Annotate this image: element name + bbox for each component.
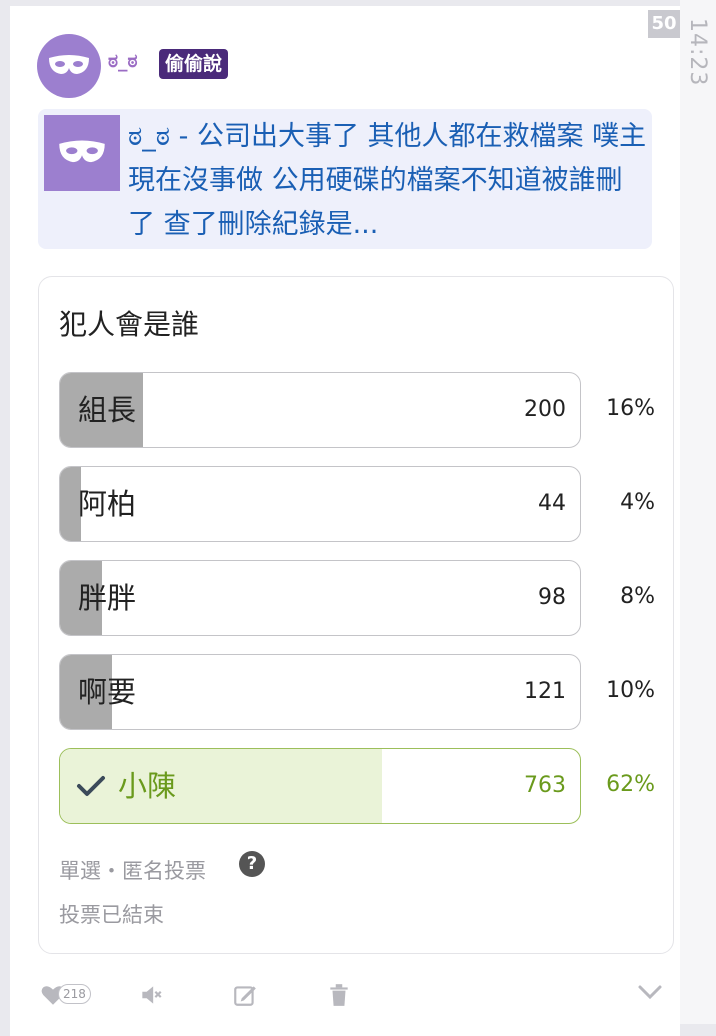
response-count-badge: 50 (648, 10, 680, 38)
poll-option[interactable]: 組長 200 (59, 372, 581, 448)
poll-option-count: 763 (524, 773, 566, 798)
poll-card: 犯人會是誰 組長 200 16% 阿柏 44 4% 胖胖 98 8% 啊要 12… (38, 276, 674, 954)
mask-icon (59, 140, 105, 163)
post-tag-badge: 偷偷說 (159, 49, 229, 79)
post-time: 14:23 (685, 18, 710, 87)
edit-icon (234, 986, 256, 1006)
mute-icon (142, 986, 162, 1004)
poll-option-percent: 10% (606, 678, 655, 703)
poll-title: 犯人會是誰 (59, 308, 200, 341)
poll-type-label: 單選・匿名投票 (59, 859, 206, 883)
poll-option-label: 胖胖 (78, 581, 137, 615)
poll-option-label: 組長 (78, 393, 137, 427)
user-avatar[interactable] (37, 34, 101, 98)
trash-icon (330, 984, 348, 1006)
poll-option-selected[interactable]: 小陳 763 (59, 748, 581, 824)
timeline-bar (680, 0, 716, 1024)
poll-option-count: 98 (538, 585, 566, 610)
post-card: ಠ_ಠ 偷偷說 ಠ_ಠ - 公司出大事了 其他人都在救檔案 噗主現在沒事做 公用… (10, 6, 680, 1036)
post-username[interactable]: ಠ_ಠ (108, 50, 138, 72)
expand-button[interactable] (636, 982, 664, 1006)
like-count: 218 (58, 984, 91, 1004)
quoted-post-text[interactable]: ಠ_ಠ - 公司出大事了 其他人都在救檔案 噗主現在沒事做 公用硬碟的檔案不知道… (128, 115, 648, 247)
poll-option-count: 121 (524, 679, 566, 704)
delete-button[interactable] (326, 982, 352, 1012)
poll-option-percent: 4% (620, 490, 655, 515)
quoted-post[interactable]: ಠ_ಠ - 公司出大事了 其他人都在救檔案 噗主現在沒事做 公用硬碟的檔案不知道… (38, 109, 652, 249)
quoted-avatar (44, 115, 120, 191)
poll-option[interactable]: 胖胖 98 (59, 560, 581, 636)
like-button[interactable]: 218 (40, 982, 91, 1012)
poll-option-label: 啊要 (78, 675, 137, 709)
help-icon[interactable]: ? (239, 851, 265, 877)
check-icon (77, 776, 105, 796)
poll-option-count: 200 (524, 397, 566, 422)
poll-option-count: 44 (538, 491, 566, 516)
poll-option-fill (60, 749, 383, 823)
poll-option-percent: 62% (606, 772, 655, 797)
mask-icon (49, 55, 89, 74)
chevron-down-icon (638, 985, 662, 1000)
poll-option-percent: 8% (620, 584, 655, 609)
poll-option-label: 小陳 (118, 769, 177, 803)
poll-option-label: 阿柏 (78, 487, 137, 521)
poll-option-percent: 16% (606, 396, 655, 421)
poll-option[interactable]: 啊要 121 (59, 654, 581, 730)
poll-status: 投票已結束 (59, 903, 164, 927)
edit-button[interactable] (232, 982, 258, 1012)
mute-button[interactable] (138, 982, 164, 1012)
poll-option[interactable]: 阿柏 44 (59, 466, 581, 542)
